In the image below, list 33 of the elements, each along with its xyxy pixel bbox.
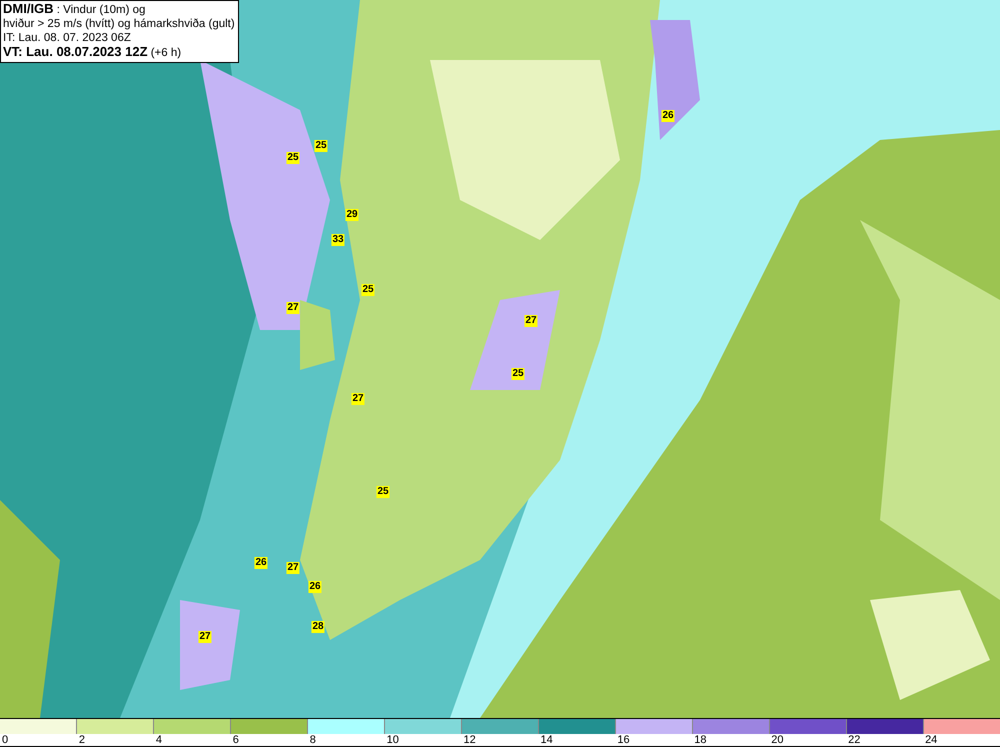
gust-label: 29 [345, 209, 359, 221]
issue-time-text: IT: Lau. 08. 07. 2023 06Z [3, 31, 132, 45]
legend-tick-label: 24 [925, 734, 938, 746]
legend-tick-label: 2 [78, 734, 86, 746]
gust-label: 26 [661, 110, 675, 122]
gust-label: 25 [314, 140, 328, 152]
legend-tick-label: 10 [386, 734, 399, 746]
gust-label: 27 [198, 631, 212, 643]
legend-tick-label: 16 [617, 734, 630, 746]
legend-tick-label: 14 [540, 734, 553, 746]
gust-label: 27 [524, 315, 538, 327]
legend-tick-label: 0 [2, 734, 8, 746]
gust-label: 26 [308, 581, 322, 593]
gust-label: 27 [351, 393, 365, 405]
gust-label: 26 [254, 557, 268, 569]
legend-tick-label: 20 [771, 734, 784, 746]
legend-tick-label: 22 [848, 734, 860, 746]
gust-label: 25 [361, 284, 375, 296]
gust-label: 33 [331, 234, 345, 246]
gust-label: 25 [376, 486, 390, 498]
gust-label: 25 [511, 368, 525, 380]
legend-tick-label: 6 [232, 734, 239, 746]
legend-tick-label: 18 [694, 734, 707, 746]
gust-label: 25 [286, 152, 300, 164]
gust-label: 28 [311, 621, 325, 633]
description-text: hviður > 25 m/s (hvítt) og hámarkshviða (gult) [3, 17, 235, 31]
legend-tick-label: 8 [310, 734, 316, 746]
gust-label: 27 [286, 562, 300, 574]
legend-tick-label: 4 [156, 734, 162, 746]
gust-label: 27 [286, 302, 300, 314]
legend-tick-label: 12 [464, 734, 476, 746]
title-text: DMI/IGB : Vindur (10m) og [3, 2, 146, 17]
valid-time-text: VT: Lau. 08.07.2023 12Z (+6 h) [3, 45, 182, 60]
